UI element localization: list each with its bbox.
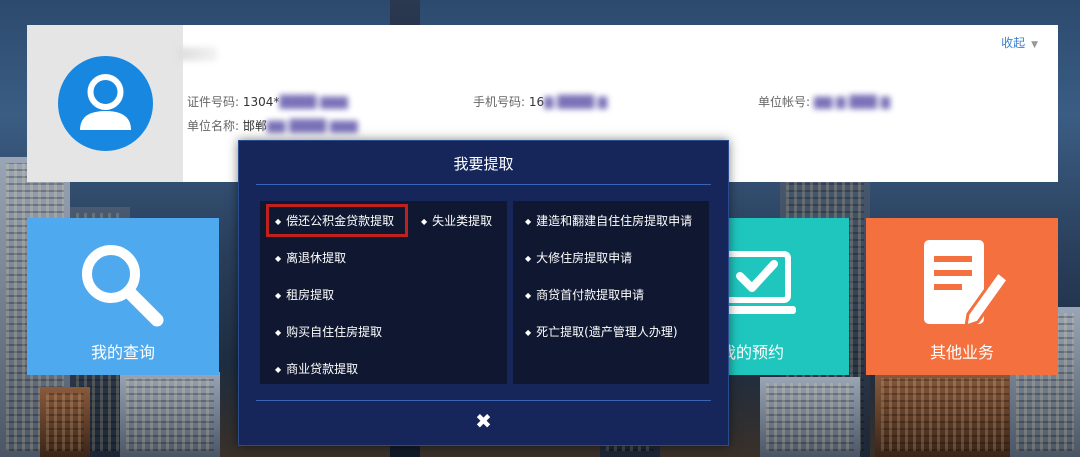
other-business-label: 其他业务 [929,343,994,362]
my-appointment-label: 我的预约 [720,343,785,362]
unit-account-redacted: ▇▇ ▇ ███ ▇ [813,95,890,109]
close-icon[interactable]: ✖ [239,409,728,433]
search-icon [82,245,164,327]
unit-name-label: 单位名称: [187,119,240,133]
caret-down-icon: ▼ [1031,40,1038,50]
unit-name-value: 邯郸 [242,119,267,133]
collapse-toggle[interactable]: 收起 ▼ [1001,34,1038,51]
my-query-tile[interactable]: 我的查询 [27,218,219,375]
unit-name-redacted: ▇▇ ████ ▇▇▇ [266,119,358,133]
my-appointment-tile[interactable]: 我的预约 [720,218,849,375]
phone-field: 手机号码: 16▇ ████ ▇ [473,93,607,110]
unit-name-field: 单位名称: 邯郸▇▇ ████ ▇▇▇ [187,117,358,134]
edit-document-icon [924,240,1010,329]
withdrawal-option[interactable]: ◆ 商业贷款提取 [275,360,358,377]
unit-account-field: 单位帐号: ▇▇ ▇ ███ ▇ [758,93,890,110]
collapse-label: 收起 [1001,36,1026,50]
withdrawal-option[interactable]: ◆ 大修住房提取申请 [525,249,632,266]
highlight-box [266,204,408,237]
withdrawal-option[interactable]: ◆ 购买自住住房提取 [275,323,382,340]
avatar-container [27,25,183,182]
phone-redacted: ▇ ████ ▇ [544,95,608,109]
phone-value: 16 [528,95,545,109]
unit-account-label: 单位帐号: [758,95,811,109]
withdrawal-option[interactable]: ◆ 失业类提取 [421,212,492,229]
other-business-tile[interactable]: 其他业务 [866,218,1058,375]
laptop-check-icon [722,251,796,314]
id-number-label: 证件号码: [187,95,240,109]
id-number-value: 1304* [242,95,280,109]
modal-bottom-divider [256,400,711,401]
withdrawal-modal: 我要提取 ◆ 偿还公积金贷款提取 ◆ 离退休提取 ◆ 租房提取 ◆ 购买自住住房提取 ◆… [238,140,729,446]
user-name-redacted [177,47,217,61]
modal-top-divider [256,184,711,185]
my-query-label: 我的查询 [90,343,155,362]
modal-title: 我要提取 [453,155,514,173]
avatar-icon [58,56,153,151]
withdrawal-option[interactable]: ◆ 租房提取 [275,286,334,303]
withdrawal-option[interactable]: ◆ 离退休提取 [275,249,346,266]
id-number-field: 证件号码: 1304*████ ▇▇▇ [187,93,348,110]
withdrawal-option[interactable]: ◆ 建造和翻建自住住房提取申请 [525,212,692,229]
phone-label: 手机号码: [473,95,526,109]
withdrawal-option[interactable]: ◆ 死亡提取(遗产管理人办理) [525,323,678,340]
withdrawal-option[interactable]: ◆ 商贷首付款提取申请 [525,286,644,303]
id-number-redacted: ████ ▇▇▇ [279,95,348,109]
